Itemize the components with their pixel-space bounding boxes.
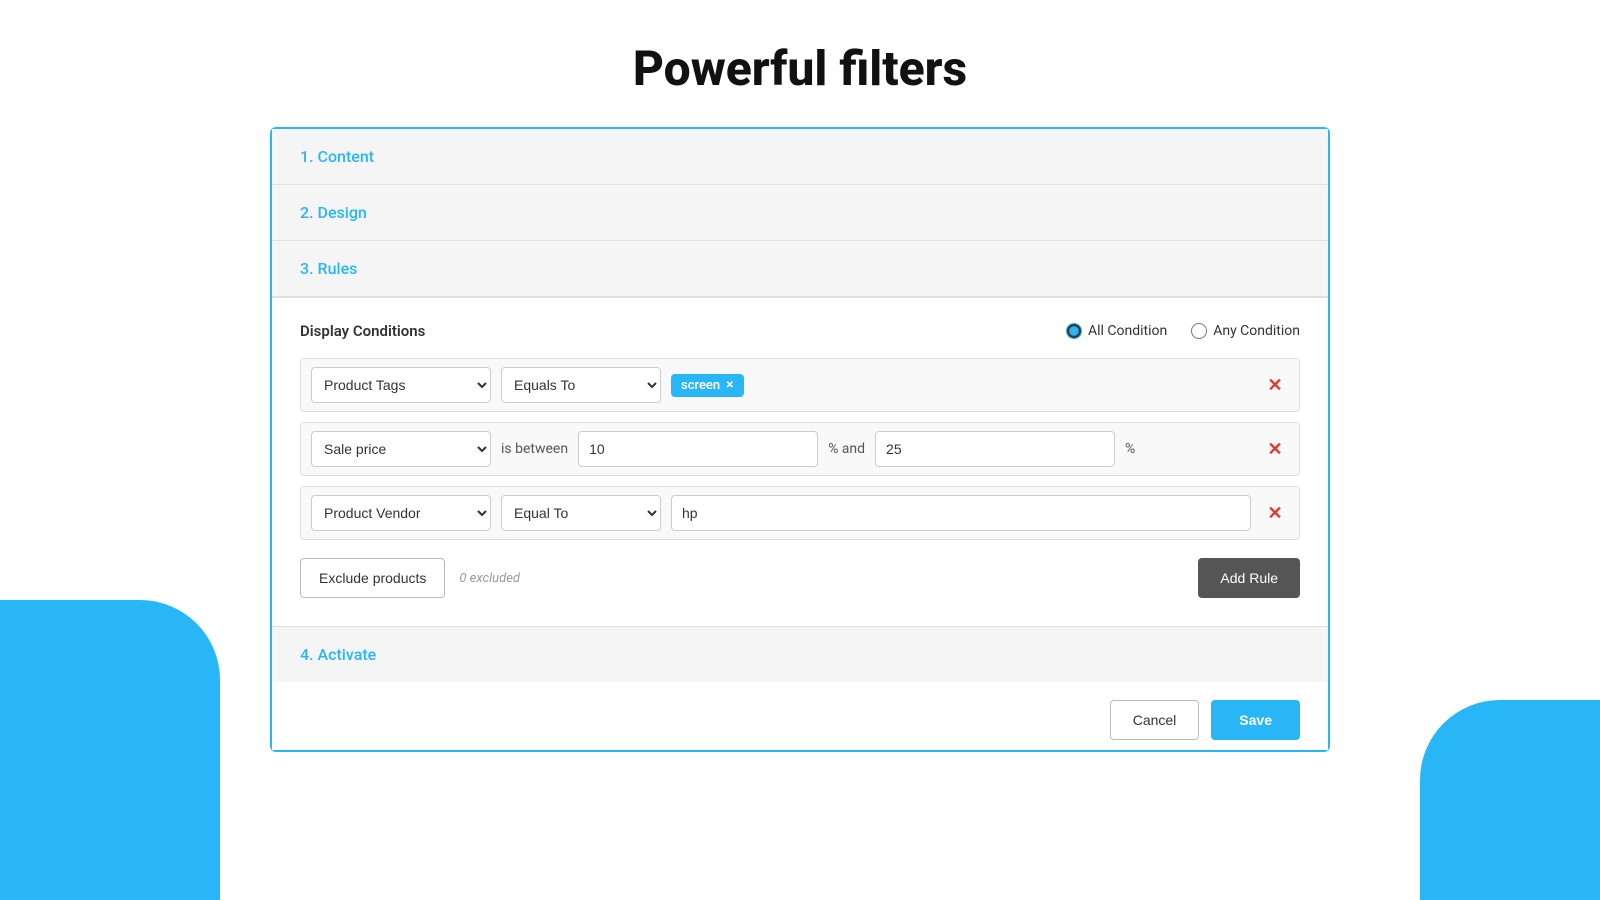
filter-operator-select-1[interactable]: Equals To Not Equal To Contains Not Cont… [501, 367, 661, 403]
filter-operator-select-3[interactable]: Equal To Not Equal To Contains [501, 495, 661, 531]
save-button[interactable]: Save [1211, 700, 1300, 740]
display-conditions-panel: Display Conditions All Condition Any Con… [272, 297, 1328, 626]
section-content[interactable]: 1. Content [272, 129, 1328, 185]
tag-remove-icon[interactable]: × [726, 378, 733, 392]
section-activate-label: 4. Activate [300, 645, 376, 664]
footer-row: Cancel Save [272, 682, 1328, 750]
condition-radios: All Condition Any Condition [1066, 323, 1300, 339]
action-row-left: Exclude products 0 excluded [300, 558, 520, 598]
tag-text: screen [681, 378, 720, 393]
display-conditions-title: Display Conditions [300, 322, 425, 340]
filter-row-3: Product Vendor Product Tags Sale price P… [300, 486, 1300, 540]
filter-value-vendor[interactable] [671, 495, 1251, 531]
any-condition-radio[interactable] [1191, 323, 1207, 339]
filter-value-min[interactable] [578, 431, 818, 467]
filter-row-2: Sale price Product Tags Product Vendor P… [300, 422, 1300, 476]
filter-value-max[interactable] [875, 431, 1115, 467]
all-condition-radio-label[interactable]: All Condition [1066, 323, 1167, 339]
section-design[interactable]: 2. Design [272, 185, 1328, 241]
filter-type-select-2[interactable]: Sale price Product Tags Product Vendor P… [311, 431, 491, 467]
percent-label: % [1125, 441, 1135, 457]
filter-row-1: Product Tags Sale price Product Vendor P… [300, 358, 1300, 412]
all-condition-radio[interactable] [1066, 323, 1082, 339]
percent-and-label: % and [828, 441, 865, 457]
delete-row-2-button[interactable]: ✕ [1261, 435, 1289, 463]
all-condition-label: All Condition [1088, 323, 1167, 339]
section-activate[interactable]: 4. Activate [272, 626, 1328, 682]
any-condition-radio-label[interactable]: Any Condition [1191, 323, 1300, 339]
tag-badge-screen: screen × [671, 374, 744, 397]
is-between-label: is between [501, 441, 568, 457]
exclude-products-button[interactable]: Exclude products [300, 558, 445, 598]
add-rule-button[interactable]: Add Rule [1198, 558, 1300, 598]
filter-rows-container: Product Tags Sale price Product Vendor P… [300, 358, 1300, 540]
section-content-label: 1. Content [300, 147, 374, 166]
section-design-label: 2. Design [300, 203, 367, 222]
action-row: Exclude products 0 excluded Add Rule [300, 558, 1300, 598]
filter-type-select-3[interactable]: Product Vendor Product Tags Sale price P… [311, 495, 491, 531]
main-card: 1. Content 2. Design 3. Rules Display Co… [270, 127, 1330, 752]
filter-type-select-1[interactable]: Product Tags Sale price Product Vendor P… [311, 367, 491, 403]
section-rules[interactable]: 3. Rules [272, 241, 1328, 297]
excluded-count: 0 excluded [459, 571, 520, 586]
any-condition-label: Any Condition [1213, 323, 1300, 339]
cancel-button[interactable]: Cancel [1110, 700, 1200, 740]
delete-row-3-button[interactable]: ✕ [1261, 499, 1289, 527]
delete-row-1-button[interactable]: ✕ [1261, 371, 1289, 399]
conditions-header: Display Conditions All Condition Any Con… [300, 322, 1300, 340]
page-title: Powerful filters [633, 40, 967, 97]
section-rules-label: 3. Rules [300, 259, 357, 278]
